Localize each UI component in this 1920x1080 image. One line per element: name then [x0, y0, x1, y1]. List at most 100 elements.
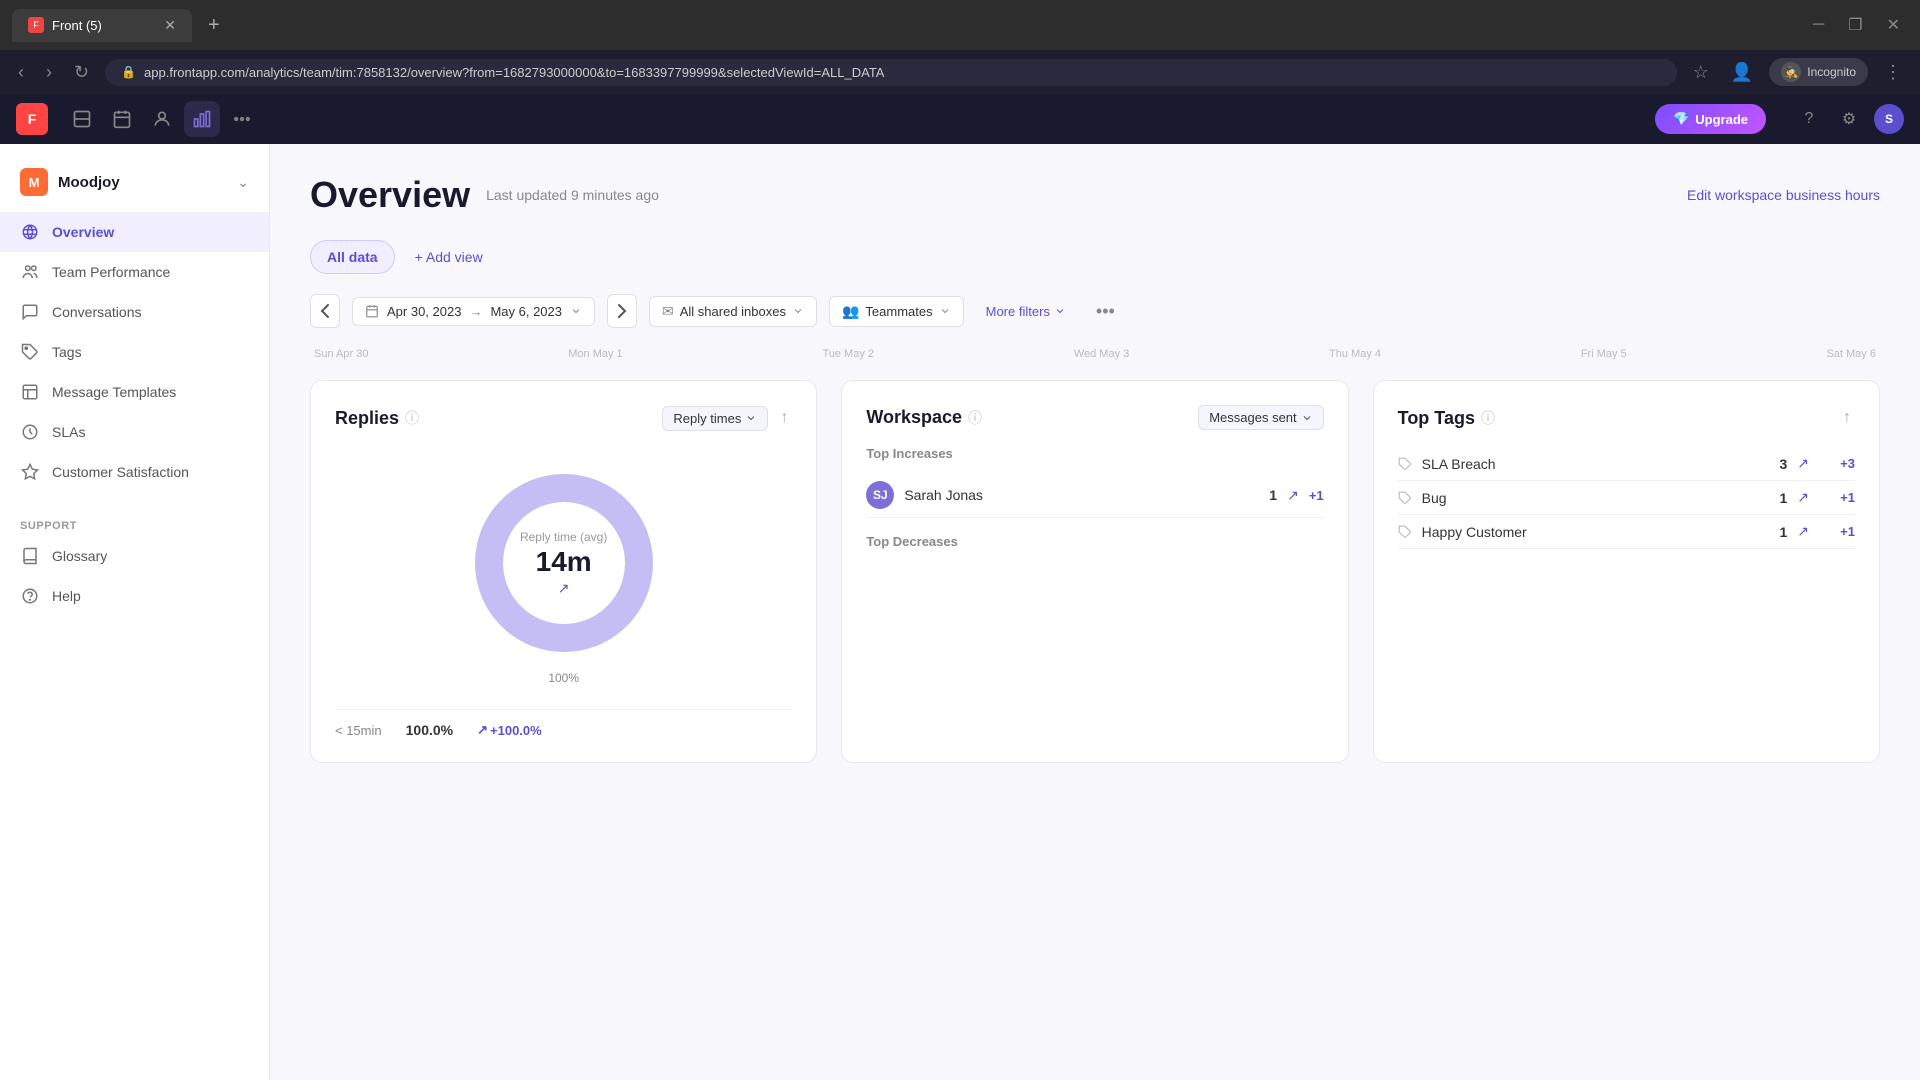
date-to: May 6, 2023 — [490, 304, 562, 319]
avatar[interactable]: S — [1874, 104, 1904, 134]
donut-trend-icon[interactable]: ↗ — [520, 580, 607, 597]
view-tabs: All data + Add view — [310, 240, 1880, 274]
inbox-icon-button[interactable] — [64, 101, 100, 137]
new-tab-button[interactable]: + — [200, 10, 228, 41]
tab-close-button[interactable]: ✕ — [164, 17, 176, 34]
chart-date-5: Fri May 5 — [1581, 348, 1627, 360]
bug-link-icon[interactable]: ↗ — [1797, 489, 1809, 506]
incognito-indicator: 🕵 Incognito — [1769, 58, 1868, 86]
forward-button[interactable]: › — [40, 58, 58, 87]
sidebar-item-team-performance[interactable]: Team Performance — [0, 252, 269, 292]
teammates-filter[interactable]: 👥 Teammates — [829, 296, 964, 327]
last-updated-text: Last updated 9 minutes ago — [486, 187, 659, 203]
top-increases-label: Top Increases — [866, 446, 1323, 461]
sla-breach-link-icon[interactable]: ↗ — [1797, 455, 1809, 472]
address-bar: ‹ › ↻ 🔒 app.frontapp.com/analytics/team/… — [0, 50, 1920, 94]
top-tags-card-controls: ↑ — [1839, 405, 1855, 431]
sidebar-item-overview[interactable]: Overview — [0, 212, 269, 252]
chat-icon — [20, 302, 40, 322]
bookmark-button[interactable]: ☆ — [1687, 58, 1715, 87]
help-icon — [20, 586, 40, 606]
workspace-icon: M — [20, 168, 48, 196]
happy-customer-delta: +1 — [1819, 524, 1855, 539]
sidebar-item-conversations[interactable]: Conversations — [0, 292, 269, 332]
sidebar-item-glossary[interactable]: Glossary — [0, 536, 269, 576]
tags-list: SLA Breach 3 ↗ +3 Bug 1 ↗ — [1398, 447, 1855, 549]
top-tags-export-icon[interactable]: ↑ — [1839, 405, 1855, 431]
help-button[interactable]: ? — [1794, 104, 1824, 134]
profile-button[interactable]: 👤 — [1725, 58, 1759, 87]
inbox-filter[interactable]: ✉ All shared inboxes — [649, 296, 817, 327]
sidebar-item-message-templates[interactable]: Message Templates — [0, 372, 269, 412]
workspace-header[interactable]: M Moodjoy ⌄ — [0, 160, 269, 212]
maximize-button[interactable]: ❐ — [1840, 11, 1870, 39]
top-decreases-label: Top Decreases — [866, 534, 1323, 549]
donut-chart: Reply time (avg) 14m ↗ — [464, 463, 664, 663]
replies-card-footer: < 15min 100.0% ↗ +100.0% — [335, 709, 792, 738]
reply-times-dropdown-label: Reply times — [673, 411, 741, 426]
refresh-button[interactable]: ↻ — [68, 58, 95, 87]
sarah-jonas-link-icon[interactable]: ↗ — [1287, 487, 1299, 504]
happy-customer-link-icon[interactable]: ↗ — [1797, 523, 1809, 540]
page-title: Overview — [310, 174, 470, 216]
reply-times-dropdown[interactable]: Reply times — [662, 406, 768, 431]
replies-card-title: Replies — [335, 408, 399, 429]
chart-date-3: Wed May 3 — [1074, 348, 1129, 360]
replies-export-icon[interactable]: ↑ — [776, 405, 792, 431]
contacts-icon-button[interactable] — [144, 101, 180, 137]
browser-tab[interactable]: F Front (5) ✕ — [12, 9, 192, 42]
back-button[interactable]: ‹ — [12, 58, 30, 87]
donut-center: Reply time (avg) 14m ↗ — [520, 530, 607, 597]
overflow-menu-button[interactable]: ••• — [1092, 297, 1119, 326]
incognito-icon: 🕵 — [1781, 62, 1801, 82]
reply-pct-value: 100.0% — [406, 722, 453, 738]
url-bar[interactable]: 🔒 app.frontapp.com/analytics/team/tim:78… — [105, 59, 1677, 86]
sarah-jonas-count: 1 — [1269, 487, 1277, 503]
teammates-filter-label: Teammates — [865, 304, 932, 319]
reply-time-delta[interactable]: ↗ +100.0% — [477, 722, 542, 738]
globe-icon — [20, 222, 40, 242]
sidebar-item-customer-satisfaction[interactable]: Customer Satisfaction — [0, 452, 269, 492]
messages-sent-dropdown[interactable]: Messages sent — [1198, 405, 1323, 430]
app-logo: F — [16, 103, 48, 135]
incognito-label: Incognito — [1807, 65, 1856, 79]
workspace-name: Moodjoy — [58, 174, 120, 191]
sidebar-item-slas[interactable]: SLAs — [0, 412, 269, 452]
workspace-info-icon[interactable]: ⓘ — [968, 408, 982, 428]
chart-date-labels: Sun Apr 30 Mon May 1 Tue May 2 Wed May 3… — [310, 348, 1880, 360]
minimize-button[interactable]: ─ — [1805, 12, 1832, 38]
calendar-icon-button[interactable] — [104, 101, 140, 137]
date-next-button[interactable] — [607, 294, 637, 328]
main-content: Overview Last updated 9 minutes ago Edit… — [270, 144, 1920, 1080]
sidebar-item-tags[interactable]: Tags — [0, 332, 269, 372]
tab-title: Front (5) — [52, 18, 102, 33]
top-tags-info-icon[interactable]: ⓘ — [1481, 408, 1495, 428]
all-data-tab[interactable]: All data — [310, 240, 395, 274]
close-button[interactable]: ✕ — [1879, 11, 1908, 39]
replies-info-icon[interactable]: ⓘ — [405, 408, 419, 428]
upgrade-button[interactable]: 💎 Upgrade — [1655, 104, 1766, 134]
settings-button[interactable]: ⚙ — [1834, 104, 1864, 134]
analytics-icon-button[interactable] — [184, 101, 220, 137]
workspace-panel: Top Increases SJ Sarah Jonas 1 ↗ +1 Top … — [866, 446, 1323, 549]
chart-date-6: Sat May 6 — [1826, 348, 1876, 360]
workspace-chevron-icon: ⌄ — [237, 174, 249, 191]
sla-breach-tag-icon — [1398, 457, 1412, 471]
upgrade-label: Upgrade — [1695, 112, 1748, 127]
edit-business-hours-link[interactable]: Edit workspace business hours — [1687, 187, 1880, 203]
date-navigation — [310, 294, 340, 328]
sidebar-item-help[interactable]: Help — [0, 576, 269, 616]
donut-container: Reply time (avg) 14m ↗ 100% — [335, 447, 792, 693]
chart-date-2: Tue May 2 — [822, 348, 874, 360]
more-filters-button[interactable]: More filters — [976, 298, 1076, 325]
add-view-link[interactable]: + Add view — [403, 241, 495, 273]
date-range-picker[interactable]: Apr 30, 2023 → May 6, 2023 — [352, 297, 595, 326]
date-prev-button[interactable] — [310, 294, 340, 328]
more-icon-button[interactable] — [224, 101, 260, 137]
reply-delta-icon: ↗ — [477, 722, 488, 738]
conversations-nav-label: Conversations — [52, 304, 142, 320]
menu-button[interactable]: ⋮ — [1878, 58, 1908, 87]
clock-icon — [20, 422, 40, 442]
date-from: Apr 30, 2023 — [387, 304, 461, 319]
page-title-group: Overview Last updated 9 minutes ago — [310, 174, 659, 216]
